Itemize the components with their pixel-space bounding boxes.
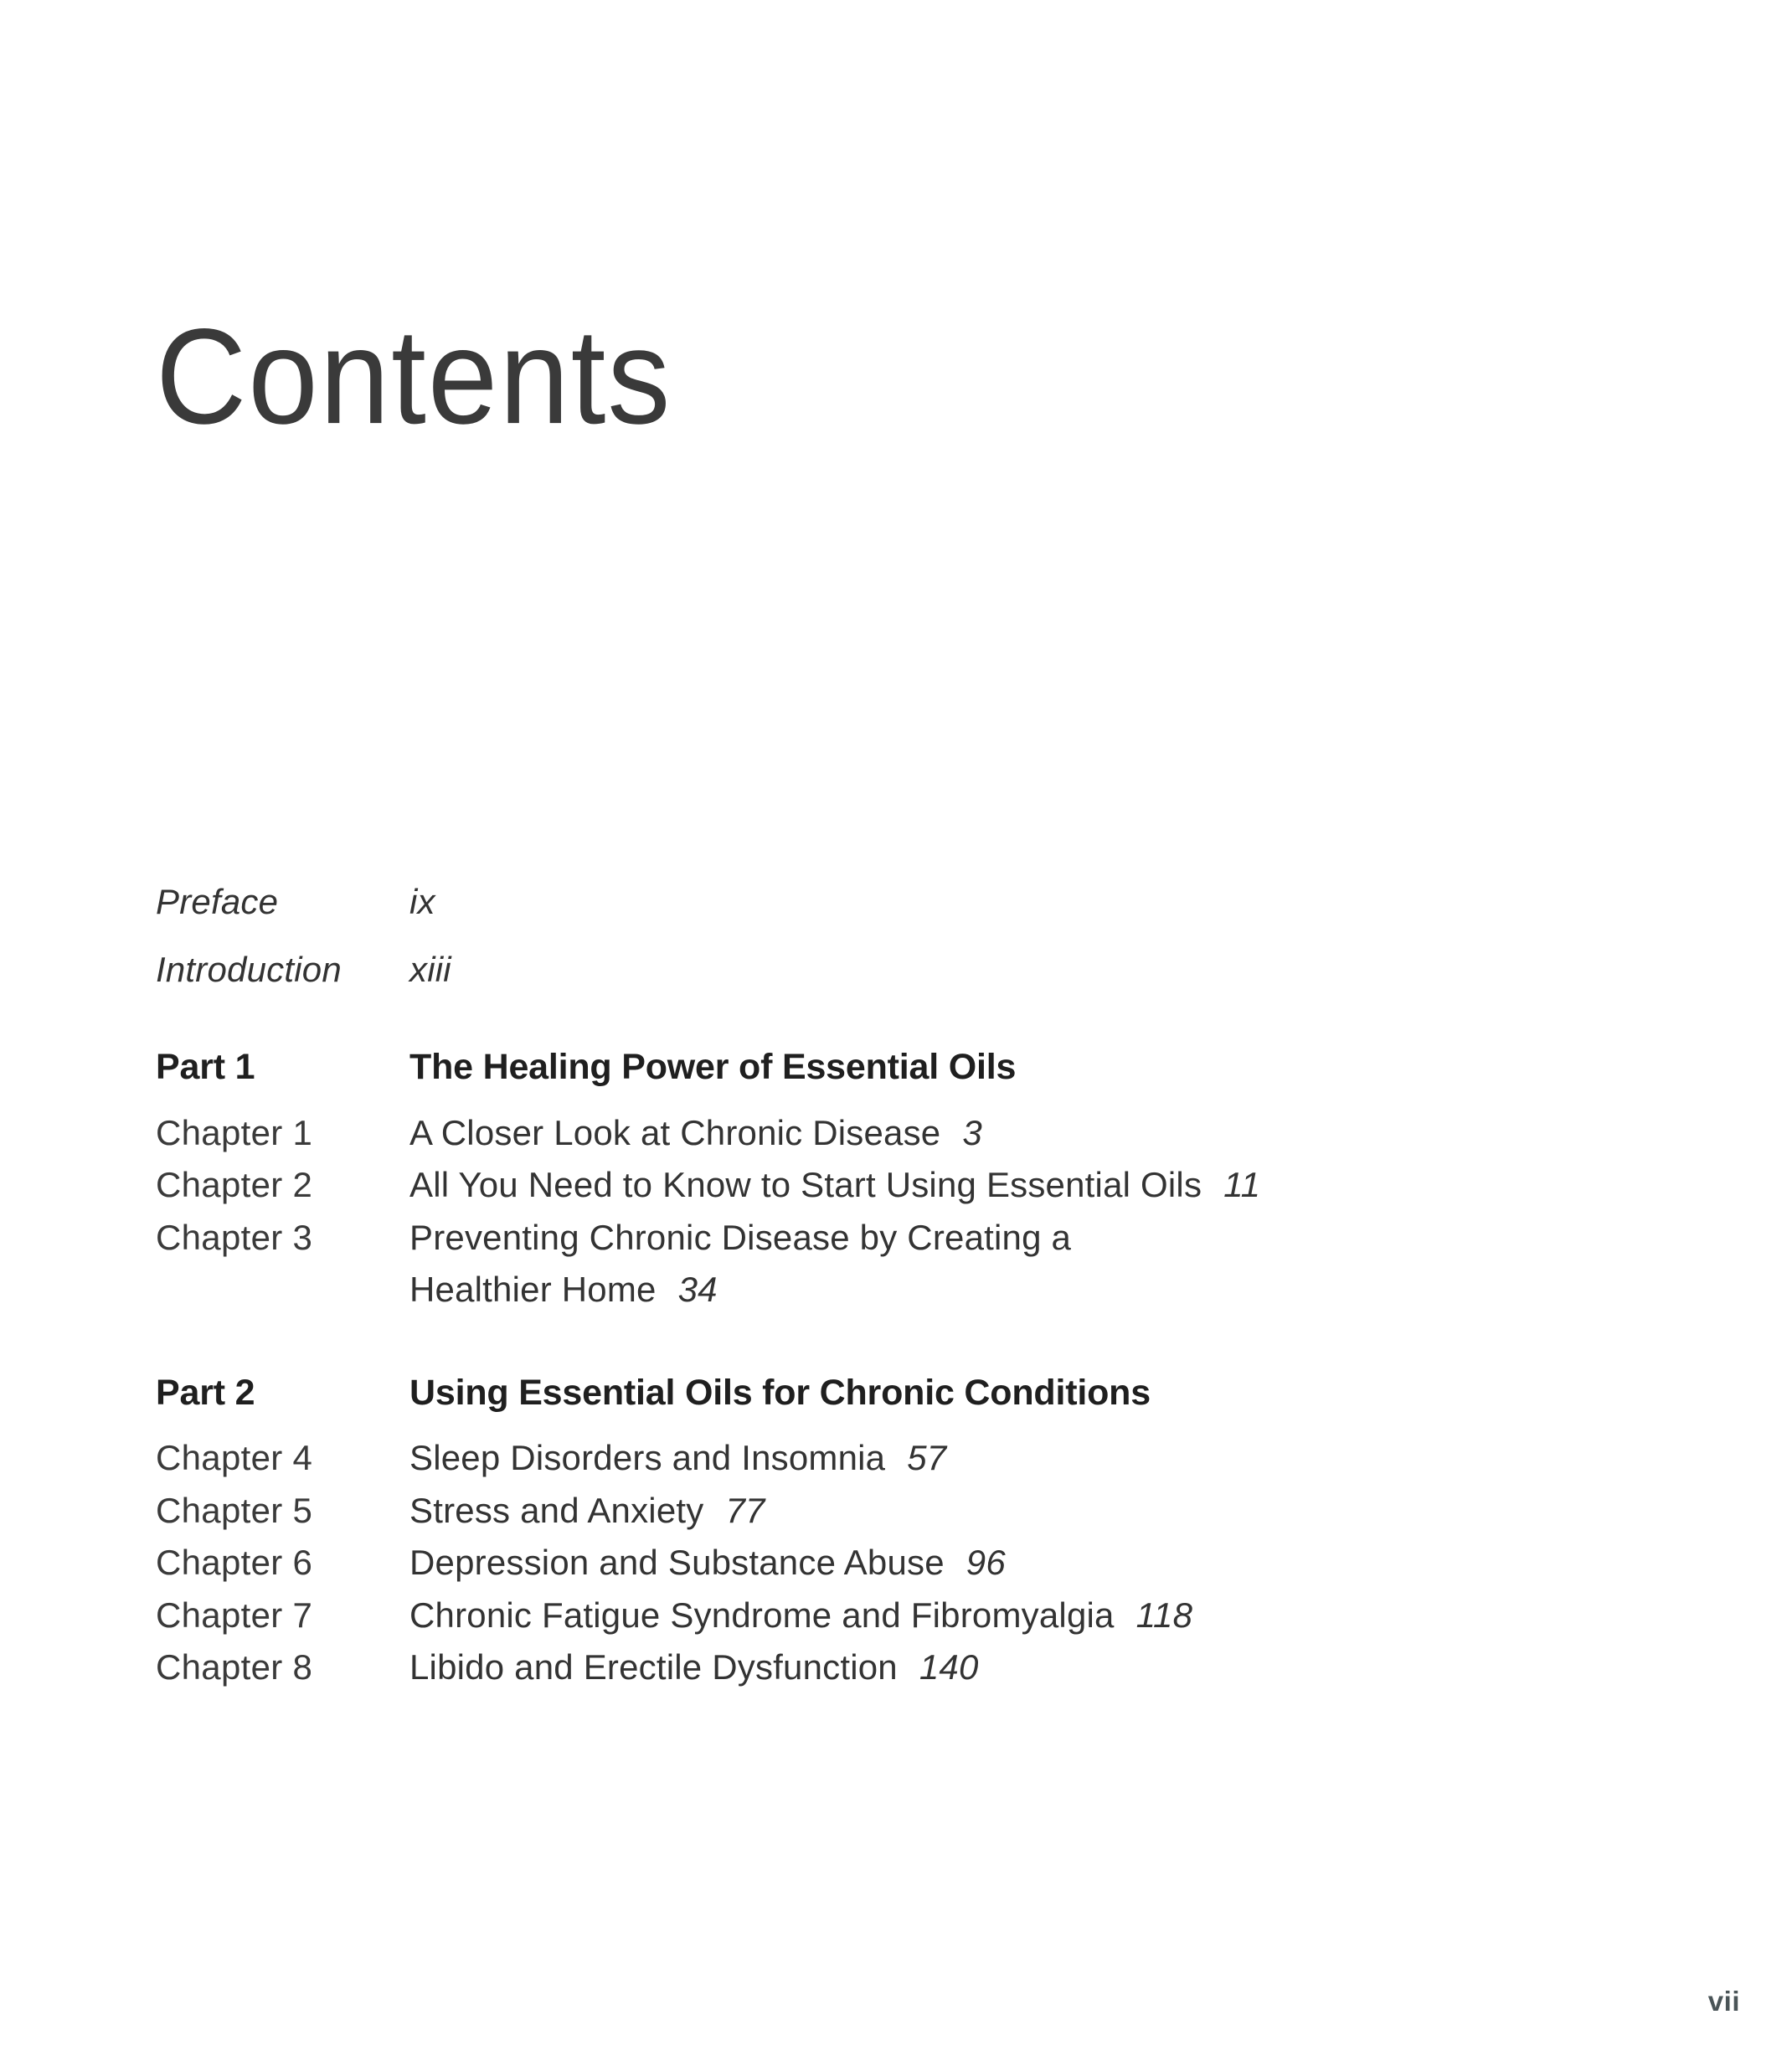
chapter-label: Chapter 5	[156, 1490, 313, 1530]
part-group: Part 1 The Healing Power of Essential Oil…	[156, 1047, 1663, 1309]
chapter-entry: All You Need to Know to Start Using Esse…	[409, 1165, 1663, 1205]
chapter-label: Chapter 3	[156, 1217, 313, 1257]
chapter-title-line: Chronic Fatigue Syndrome and Fibromyalgi…	[409, 1595, 1193, 1635]
part-header[interactable]: Part 2 Using Essential Oils for Chronic C…	[156, 1372, 1663, 1413]
chapter-title-line: Sleep Disorders and Insomnia 57	[409, 1438, 947, 1478]
chapter-row[interactable]: Chapter 5 Stress and Anxiety 77	[156, 1492, 1663, 1530]
chapter-label: Chapter 2	[156, 1165, 313, 1205]
chapter-row[interactable]: Chapter 8 Libido and Erectile Dysfunction…	[156, 1649, 1663, 1687]
chapter-title-line: Depression and Substance Abuse 96	[409, 1543, 1006, 1583]
chapter-entry: Libido and Erectile Dysfunction 140	[409, 1649, 1663, 1687]
chapter-page-number: 140	[919, 1647, 979, 1687]
part-group: Part 2 Using Essential Oils for Chronic C…	[156, 1372, 1663, 1687]
chapter-page-number: 3	[962, 1112, 982, 1152]
chapter-page-number: 57	[907, 1438, 947, 1478]
chapter-title-line: Libido and Erectile Dysfunction 140	[409, 1647, 979, 1687]
part-header[interactable]: Part 1 The Healing Power of Essential Oil…	[156, 1047, 1663, 1088]
chapter-entry: A Closer Look at Chronic Disease 3	[409, 1112, 1663, 1152]
chapter-title-line: Preventing Chronic Disease by Creating a	[409, 1217, 1072, 1257]
chapter-label: Chapter 6	[156, 1543, 313, 1583]
part-label: Part 1	[156, 1047, 255, 1088]
chapter-page-number: 34	[677, 1270, 718, 1310]
toc-page: Contents Preface ix Introduction xiii Part …	[0, 0, 1792, 2061]
page-title: Contents	[156, 300, 672, 452]
chapter-entry: Chronic Fatigue Syndrome and Fibromyalgi…	[409, 1595, 1663, 1635]
part-title: Using Essential Oils for Chronic Conditi…	[409, 1372, 1151, 1413]
part-title: The Healing Power of Essential Oils	[409, 1047, 1017, 1088]
chapter-entry: Stress and Anxiety 77	[409, 1492, 1663, 1530]
chapter-title-line: A Closer Look at Chronic Disease 3	[409, 1112, 982, 1152]
chapter-entry: Depression and Substance Abuse 96	[409, 1544, 1663, 1582]
chapter-row[interactable]: Chapter 2 All You Need to Know to Start U…	[156, 1165, 1663, 1205]
chapter-row[interactable]: Chapter 1 A Closer Look at Chronic Diseas…	[156, 1112, 1663, 1152]
chapter-entry: Sleep Disorders and Insomnia 57	[409, 1438, 1663, 1478]
chapter-page-number: 11	[1223, 1165, 1261, 1205]
frontmatter-page-number: ix	[409, 882, 435, 921]
frontmatter-row[interactable]: Preface ix	[156, 882, 1663, 921]
chapter-entry: Preventing Chronic Disease by Creating a…	[409, 1219, 1663, 1309]
frontmatter-row[interactable]: Introduction xiii	[156, 951, 1663, 989]
chapter-label: Chapter 8	[156, 1647, 313, 1687]
chapter-page-number: 77	[725, 1490, 765, 1530]
part-label: Part 2	[156, 1372, 255, 1413]
chapter-label: Chapter 7	[156, 1595, 313, 1635]
frontmatter-label: Preface	[156, 882, 279, 921]
chapter-title-line: Stress and Anxiety 77	[409, 1490, 765, 1530]
chapter-row[interactable]: Chapter 7 Chronic Fatigue Syndrome and Fi…	[156, 1595, 1663, 1635]
frontmatter-label: Introduction	[156, 949, 342, 989]
chapter-page-number: 96	[966, 1543, 1006, 1583]
parts-list: Part 1 The Healing Power of Essential Oil…	[156, 1047, 1663, 1687]
chapter-page-number: 118	[1135, 1595, 1193, 1635]
chapter-title-line: Healthier Home 34	[409, 1270, 718, 1310]
chapter-label: Chapter 4	[156, 1438, 313, 1478]
chapter-row[interactable]: Chapter 4 Sleep Disorders and Insomnia 57	[156, 1438, 1663, 1478]
folio-page-number: vii	[1707, 1986, 1740, 2017]
chapter-label: Chapter 1	[156, 1112, 313, 1152]
frontmatter-page-number: xiii	[409, 949, 451, 989]
frontmatter-list: Preface ix Introduction xiii	[156, 882, 1663, 989]
chapter-title-line: All You Need to Know to Start Using Esse…	[409, 1165, 1261, 1205]
table-of-contents: Preface ix Introduction xiii Part 1 The Heal…	[156, 882, 1663, 1702]
chapter-row[interactable]: Chapter 3 Preventing Chronic Disease by C…	[156, 1219, 1663, 1309]
chapter-row[interactable]: Chapter 6 Depression and Substance Abuse 9…	[156, 1544, 1663, 1582]
